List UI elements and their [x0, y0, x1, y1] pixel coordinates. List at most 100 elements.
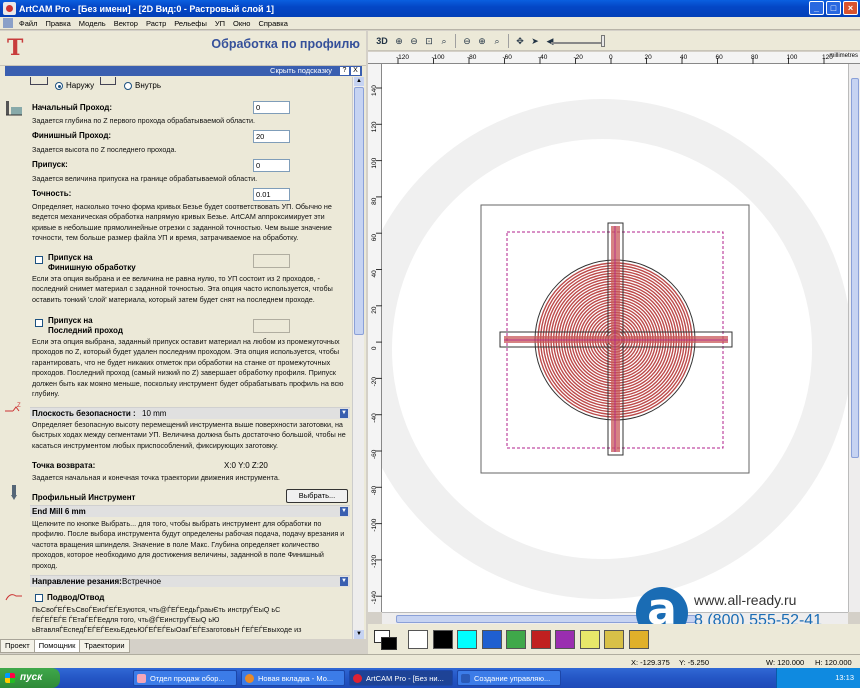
3d-view-button[interactable]: 3D	[374, 35, 390, 47]
lead-desc-1: ПьСвоЃЕЃЕъСвоЃЕисЃЕЃЕзуются, чть@ЃЕЃЕедь…	[32, 605, 281, 614]
chevron-down-icon[interactable]: ▼	[340, 409, 348, 418]
tab-project[interactable]: Проект	[0, 639, 35, 653]
color-swatch[interactable]	[432, 630, 453, 649]
pointer-icon[interactable]: ➤	[529, 35, 541, 47]
ruler-tick-label: 0	[609, 54, 613, 61]
canvas-vertical-scrollbar[interactable]	[848, 64, 860, 612]
finish-allowance-checkbox[interactable]	[35, 256, 43, 264]
ruler-tick-label: 60	[371, 234, 378, 242]
scroll-down-icon[interactable]: ▼	[354, 630, 364, 639]
menu-window[interactable]: Окно	[229, 19, 254, 28]
shading-slider-track	[551, 42, 603, 44]
ruler-tick-label: 20	[371, 306, 378, 314]
cut-direction-section[interactable]: Направление резания: Встречное ▼	[30, 575, 350, 587]
hide-hint-label[interactable]: Скрыть подсказку	[270, 66, 332, 75]
status-w: W: 120.000	[766, 658, 805, 667]
mail-icon	[137, 674, 146, 683]
help-icon[interactable]: ?	[340, 67, 349, 75]
menu-help[interactable]: Справка	[254, 19, 291, 28]
toolbar-separator	[508, 33, 509, 48]
start-pass-desc: Задается глубина по Z первого прохода об…	[32, 116, 256, 125]
2d-view-canvas[interactable]	[382, 64, 848, 612]
horizontal-toolpath	[504, 336, 728, 343]
menu-file[interactable]: Файл	[15, 19, 41, 28]
color-swatch[interactable]	[604, 630, 624, 649]
clock: 13:13	[835, 673, 854, 682]
ruler-tick-label: 80	[751, 54, 759, 61]
zoom-out-icon[interactable]: ⊖	[408, 35, 420, 47]
pan-icon[interactable]: ✥	[514, 35, 526, 47]
finish-pass-input[interactable]: 20	[253, 130, 290, 143]
menu-model[interactable]: Модель	[75, 19, 110, 28]
close-button[interactable]: ×	[843, 1, 858, 15]
zoom-previous-icon[interactable]: ⊖	[461, 35, 473, 47]
chevron-down-icon[interactable]: ▼	[340, 507, 348, 516]
start-pass-input[interactable]: 0	[253, 101, 290, 114]
menu-edit[interactable]: Правка	[41, 19, 74, 28]
inside-radio[interactable]	[124, 82, 132, 90]
last-pass-input	[253, 319, 290, 333]
document-icon[interactable]	[3, 18, 13, 28]
outside-radio[interactable]	[55, 82, 63, 90]
select-tool-button[interactable]: Выбрать...	[286, 489, 348, 503]
allowance-input[interactable]: 0	[253, 159, 290, 172]
canvas-vscroll-thumb[interactable]	[851, 78, 859, 458]
title-bar: ArtCAM Pro - [Без имени] - [2D Вид:0 - Р…	[0, 0, 860, 17]
color-swatch[interactable]	[628, 630, 649, 649]
profile-machining-panel: T Обработка по профилю Скрыть подсказку …	[0, 31, 366, 639]
zoom-all-icon[interactable]: ⊕	[476, 35, 488, 47]
ruler-tick-label: -100	[432, 54, 445, 61]
scroll-thumb[interactable]	[354, 87, 364, 335]
menu-bitmap[interactable]: Растр	[142, 19, 170, 28]
safe-z-section[interactable]: Плоскость безопасности : 10 mm ▼	[30, 407, 350, 419]
maximize-button[interactable]: □	[826, 1, 841, 15]
secondary-color-swatch[interactable]	[381, 637, 397, 650]
zoom-window-icon[interactable]: ⊡	[423, 35, 435, 47]
ruler-tick-label: 120	[371, 121, 378, 132]
zoom-extents-icon[interactable]: ⌕	[491, 35, 503, 47]
allowance-label: Припуск:	[32, 160, 68, 169]
task-browser[interactable]: Новая вкладка - Мо...	[241, 670, 345, 686]
color-swatch[interactable]	[506, 630, 526, 649]
back-arrow-icon[interactable]: ◀	[544, 35, 556, 47]
close-hint-icon[interactable]: X	[351, 67, 360, 75]
shading-slider-thumb[interactable]	[601, 35, 605, 47]
menu-toolpaths[interactable]: УП	[211, 19, 229, 28]
minimize-button[interactable]: _	[809, 1, 824, 15]
tab-toolpaths[interactable]: Траектории	[79, 639, 130, 653]
hint-bar[interactable]: Скрыть подсказку ? X	[5, 66, 362, 76]
ruler-units: millimetres	[829, 53, 858, 59]
tool-section[interactable]: End Mill 6 mm ▼	[30, 505, 350, 517]
bottom-tabs: Проект Помощник Траектории	[0, 639, 366, 653]
color-swatch[interactable]	[579, 630, 600, 649]
menu-relief[interactable]: Рельефы	[170, 19, 211, 28]
task-artcam[interactable]: ArtCAM Pro - [Без ни...	[349, 670, 453, 686]
ruler-tick-label: -80	[371, 486, 378, 496]
color-swatch[interactable]	[457, 630, 477, 649]
lead-checkbox[interactable]	[35, 594, 43, 602]
ruler-left: 140 120 100 80 60 40 20 0 -20 -40 -60 -80 -100 -120 -1…	[368, 64, 382, 612]
color-swatch[interactable]	[481, 630, 502, 649]
chevron-down-icon[interactable]: ▼	[340, 577, 348, 586]
inside-profile-icon	[100, 77, 116, 85]
start-button[interactable]: пуск	[0, 668, 60, 688]
panel-scroll-area: Наружу Внутрь Начальный Проход: 0 Задает…	[0, 77, 352, 639]
panel-scrollbar[interactable]: ▲ ▼	[352, 77, 364, 639]
color-swatch[interactable]	[555, 630, 575, 649]
task-sales[interactable]: Отдел продаж обор...	[133, 670, 237, 686]
color-swatch[interactable]	[408, 630, 428, 649]
color-swatch[interactable]	[530, 630, 551, 649]
task-word[interactable]: Создание управляю...	[457, 670, 561, 686]
finish-allowance-input	[253, 254, 290, 268]
safe-z-label: Плоскость безопасности :	[32, 409, 136, 418]
zoom-fit-icon[interactable]: ⌕	[438, 35, 450, 47]
ruler-tick-label: 40	[371, 270, 378, 278]
tolerance-input[interactable]: 0.01	[253, 188, 290, 201]
last-pass-allowance-checkbox[interactable]	[35, 319, 43, 327]
menu-vector[interactable]: Вектор	[110, 19, 142, 28]
scroll-up-icon[interactable]: ▲	[354, 77, 364, 86]
depth-icon	[4, 99, 24, 117]
last-pass-label-1: Припуск на	[48, 316, 93, 325]
tab-assistant[interactable]: Помощник	[33, 639, 81, 653]
zoom-in-icon[interactable]: ⊕	[393, 35, 405, 47]
